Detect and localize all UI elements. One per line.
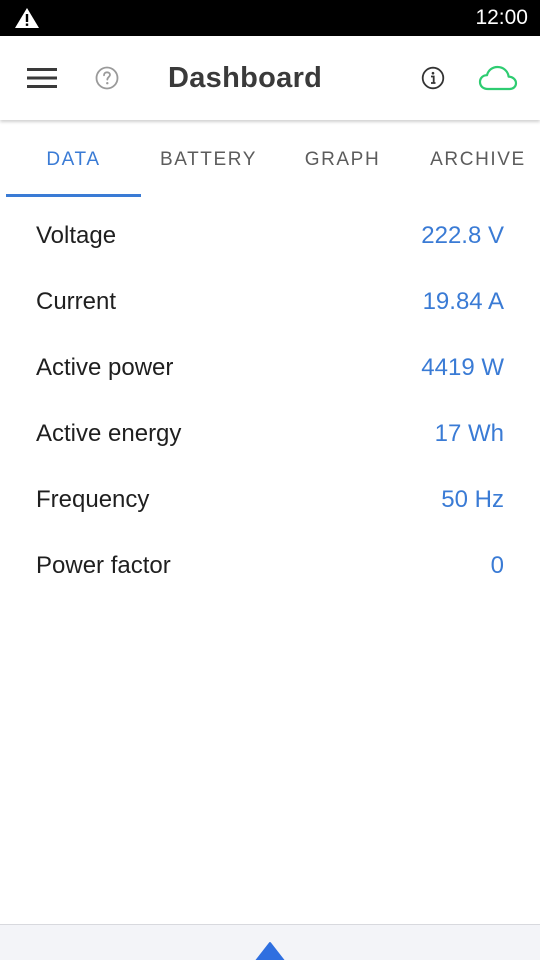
info-icon[interactable] xyxy=(421,66,445,90)
reading-label: Voltage xyxy=(36,222,117,249)
help-icon[interactable] xyxy=(95,66,119,90)
reading-label: Active energy xyxy=(36,420,182,447)
reading-label: Current xyxy=(36,288,117,315)
reading-label: Frequency xyxy=(36,486,150,513)
reading-value: 4419 W xyxy=(421,354,504,381)
reading-row-active-energy: Active energy 17 Wh xyxy=(0,401,540,467)
tab-active-indicator xyxy=(6,194,141,197)
reading-label: Active power xyxy=(36,354,174,381)
app-bar: Dashboard xyxy=(0,36,540,120)
status-time: 12:00 xyxy=(475,6,528,29)
reading-row-voltage: Voltage 222.8 V xyxy=(0,203,540,269)
reading-value: 50 Hz xyxy=(441,486,504,513)
tab-graph[interactable]: GRAPH xyxy=(276,122,409,198)
readings-list: Voltage 222.8 V Current 19.84 A Active p… xyxy=(0,203,540,599)
reading-row-power-factor: Power factor 0 xyxy=(0,533,540,599)
tab-bar: DATA BATTERY GRAPH ARCHIVE xyxy=(0,122,540,198)
reading-value: 19.84 A xyxy=(422,288,504,315)
reading-row-frequency: Frequency 50 Hz xyxy=(0,467,540,533)
tab-data[interactable]: DATA xyxy=(6,122,141,198)
tab-battery[interactable]: BATTERY xyxy=(141,122,276,198)
reading-row-current: Current 19.84 A xyxy=(0,269,540,335)
reading-value: 0 xyxy=(490,552,504,579)
tab-archive[interactable]: ARCHIVE xyxy=(409,122,540,198)
reading-value: 222.8 V xyxy=(421,222,504,249)
warning-icon xyxy=(15,8,39,28)
menu-icon[interactable] xyxy=(27,67,57,89)
status-bar: 12:00 xyxy=(0,0,540,36)
expand-up-icon[interactable] xyxy=(254,941,286,960)
reading-row-active-power: Active power 4419 W xyxy=(0,335,540,401)
page-title: Dashboard xyxy=(168,62,323,94)
cloud-icon[interactable] xyxy=(478,64,518,92)
bottom-sheet[interactable] xyxy=(0,924,540,960)
reading-label: Power factor xyxy=(36,552,171,579)
reading-value: 17 Wh xyxy=(434,420,504,447)
